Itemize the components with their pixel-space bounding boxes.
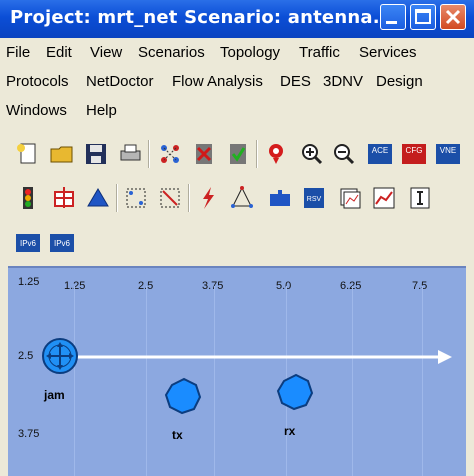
- marker-icon: [269, 144, 283, 164]
- rsv-label: RSV: [307, 196, 322, 203]
- node-label-rx: rx: [284, 424, 296, 438]
- ipv6-config-label: IPv6: [54, 239, 71, 248]
- chart-icon: [373, 187, 395, 209]
- ipv6-label: IPv6: [20, 239, 37, 248]
- trajectory-arrowhead: [438, 350, 452, 364]
- project-workspace[interactable]: 1.25 2.5 3.75 5.0 6.25 7.5 1.25 2.5 3.75: [8, 266, 466, 476]
- zoom-in-icon: [302, 144, 323, 165]
- zoom-out-icon: [334, 144, 355, 165]
- menu-flow-analysis[interactable]: Flow Analysis: [172, 73, 263, 90]
- configure-button[interactable]: [50, 184, 78, 212]
- menu-edit[interactable]: Edit: [46, 44, 72, 61]
- menu-windows[interactable]: Windows: [6, 102, 67, 119]
- text-icon: [410, 187, 430, 209]
- menu-bar-row-3: Windows Help: [0, 97, 474, 125]
- vne-icon: VNE: [436, 144, 460, 164]
- grid-select-button[interactable]: [122, 184, 150, 212]
- ace-button[interactable]: ACE: [366, 140, 394, 168]
- configure-icon: [54, 187, 74, 208]
- ace-label: ACE: [372, 146, 388, 155]
- chart-button[interactable]: [370, 184, 398, 212]
- menu-file[interactable]: File: [6, 44, 30, 61]
- fail-icon: [196, 144, 212, 164]
- vne-label: VNE: [440, 146, 456, 155]
- vne-button[interactable]: VNE: [434, 140, 462, 168]
- menu-bar-row-1: File Edit View Scenarios Topology Traffi…: [0, 39, 474, 67]
- graph-icon: [231, 186, 253, 208]
- grid-select-icon: [126, 188, 146, 208]
- menu-traffic[interactable]: Traffic: [299, 44, 340, 61]
- recover-button[interactable]: [224, 140, 252, 168]
- rsv-icon: RSV: [304, 188, 324, 208]
- menu-topology[interactable]: Topology: [220, 44, 280, 61]
- select-nodes-button[interactable]: [156, 140, 184, 168]
- toolbar-row-1: ACE CFG VNE: [0, 140, 474, 172]
- rsv-button[interactable]: RSV: [300, 184, 328, 212]
- title-bar[interactable]: Project: mrt_net Scenario: antenna...: [0, 0, 474, 38]
- menu-des[interactable]: DES: [280, 73, 311, 90]
- cfg-icon: CFG: [402, 144, 426, 164]
- toolbar-row-2: RSV: [0, 184, 474, 216]
- results-icon: [340, 188, 361, 209]
- menu-netdoctor[interactable]: NetDoctor: [86, 73, 154, 90]
- node-label-tx: tx: [172, 428, 183, 442]
- save-button[interactable]: [82, 140, 110, 168]
- triangle-icon: [87, 188, 109, 207]
- zoom-out-button[interactable]: [330, 140, 358, 168]
- new-button[interactable]: [14, 140, 42, 168]
- lightning-button[interactable]: [194, 184, 222, 212]
- recover-icon: [230, 144, 246, 164]
- text-button[interactable]: [406, 184, 434, 212]
- menu-bar-row-2: Protocols NetDoctor Flow Analysis DES 3D…: [0, 68, 474, 96]
- menu-services[interactable]: Services: [359, 44, 417, 61]
- triangle-button[interactable]: [84, 184, 112, 212]
- open-icon: [50, 146, 73, 163]
- results-button[interactable]: [336, 184, 364, 212]
- zoom-in-button[interactable]: [298, 140, 326, 168]
- topology-graphic: [42, 338, 452, 415]
- new-icon: [17, 143, 36, 164]
- print-button[interactable]: [116, 140, 144, 168]
- ipv6-config-button[interactable]: IPv6: [48, 228, 76, 256]
- select-nodes-icon: [161, 145, 179, 163]
- ace-icon: ACE: [368, 144, 392, 164]
- ipv6-button[interactable]: IPv6: [14, 228, 42, 256]
- cfg-button[interactable]: CFG: [400, 140, 428, 168]
- window-title: Project: mrt_net Scenario: antenna...: [10, 7, 394, 28]
- open-button[interactable]: [48, 140, 76, 168]
- select-links-button[interactable]: [156, 184, 184, 212]
- node-rx[interactable]: [276, 373, 314, 411]
- cfg-label: CFG: [406, 146, 423, 155]
- maximize-button[interactable]: [410, 4, 436, 30]
- node-tx[interactable]: [164, 377, 202, 415]
- ipv6-icon: IPv6: [16, 234, 40, 252]
- menu-view[interactable]: View: [90, 44, 122, 61]
- lightning-icon: [203, 187, 214, 209]
- node-label-jam: jam: [44, 388, 65, 402]
- minimize-button[interactable]: [380, 4, 406, 30]
- close-button[interactable]: [440, 4, 466, 30]
- maximize-icon: [415, 9, 431, 24]
- save-icon: [86, 144, 106, 164]
- ipv6-config-icon: IPv6: [50, 234, 74, 252]
- menu-protocols[interactable]: Protocols: [6, 73, 69, 90]
- select-links-icon: [160, 188, 180, 208]
- traffic-light-button[interactable]: [14, 184, 42, 212]
- marker-button[interactable]: [262, 140, 290, 168]
- menu-scenarios[interactable]: Scenarios: [138, 44, 205, 61]
- toolbar-row-3: IPv6 IPv6: [0, 228, 474, 258]
- node-jam[interactable]: [42, 338, 78, 374]
- minimize-icon: [386, 21, 397, 24]
- graph-button[interactable]: [228, 184, 256, 212]
- menu-3dnv[interactable]: 3DNV: [323, 73, 363, 90]
- traffic-light-icon: [23, 187, 33, 209]
- fail-button[interactable]: [190, 140, 218, 168]
- puzzle-icon: [270, 190, 290, 206]
- menu-help[interactable]: Help: [86, 102, 117, 119]
- menu-design[interactable]: Design: [376, 73, 423, 90]
- puzzle-button[interactable]: [266, 184, 294, 212]
- close-icon: [445, 9, 461, 25]
- print-icon: [120, 144, 141, 161]
